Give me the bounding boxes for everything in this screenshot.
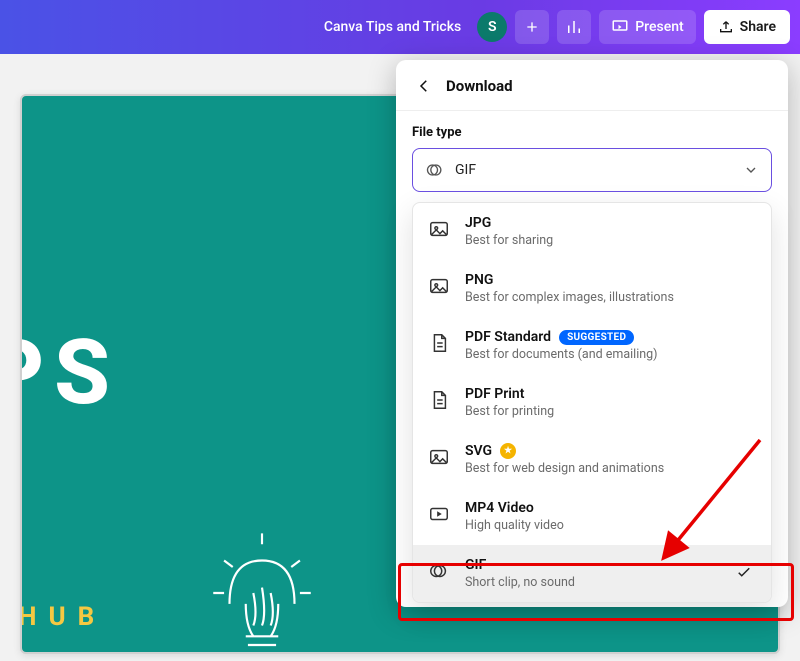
file-type-option-svg[interactable]: SVG Best for web design and animations bbox=[413, 431, 771, 488]
download-panel-header: Download bbox=[396, 60, 788, 111]
option-name: SVG bbox=[465, 443, 492, 459]
slide-subtitle: SIGN HUB bbox=[20, 602, 106, 632]
present-label: Present bbox=[635, 19, 683, 35]
option-desc: Best for sharing bbox=[465, 233, 757, 248]
share-label: Share bbox=[740, 19, 776, 35]
gif-icon bbox=[428, 560, 450, 582]
suggested-badge: SUGGESTED bbox=[559, 330, 634, 345]
download-title: Download bbox=[446, 77, 513, 95]
file-type-label: File type bbox=[412, 125, 772, 140]
document-icon bbox=[428, 332, 450, 354]
option-name: MP4 Video bbox=[465, 500, 534, 516]
chevron-left-icon bbox=[415, 77, 433, 95]
document-title: Canva Tips and Tricks bbox=[324, 19, 461, 35]
lightbulb-illustration bbox=[202, 528, 322, 654]
option-name: PDF Standard bbox=[465, 329, 551, 345]
download-panel: Download File type GIF JPG Best for shar… bbox=[396, 60, 788, 607]
avatar[interactable]: S bbox=[477, 12, 507, 42]
file-type-option-gif[interactable]: GIF Short clip, no sound bbox=[413, 545, 771, 602]
premium-crown-icon bbox=[500, 443, 516, 459]
option-name: GIF bbox=[465, 557, 486, 573]
add-member-button[interactable] bbox=[515, 10, 549, 44]
file-type-dropdown: JPG Best for sharing PNG Best for comple… bbox=[412, 202, 772, 603]
file-type-selected: GIF bbox=[455, 162, 733, 178]
option-desc: Best for complex images, illustrations bbox=[465, 290, 757, 305]
file-type-select[interactable]: GIF bbox=[412, 148, 772, 192]
file-type-option-pdf-standard[interactable]: PDF Standard SUGGESTED Best for document… bbox=[413, 317, 771, 374]
slide-title-line1: A TIPS bbox=[20, 326, 120, 421]
top-toolbar: Canva Tips and Tricks S Present Share bbox=[0, 0, 800, 54]
document-icon bbox=[428, 389, 450, 411]
upload-icon bbox=[718, 19, 734, 35]
check-icon bbox=[735, 563, 753, 585]
option-name: PNG bbox=[465, 272, 493, 288]
option-desc: High quality video bbox=[465, 518, 757, 533]
presentation-icon bbox=[611, 18, 629, 36]
file-type-option-pdf-print[interactable]: PDF Print Best for printing bbox=[413, 374, 771, 431]
bar-chart-icon bbox=[565, 18, 583, 36]
option-desc: Best for printing bbox=[465, 404, 757, 419]
analytics-button[interactable] bbox=[557, 10, 591, 44]
gif-icon bbox=[425, 160, 445, 180]
video-icon bbox=[428, 503, 450, 525]
option-name: JPG bbox=[465, 215, 491, 231]
file-type-option-png[interactable]: PNG Best for complex images, illustratio… bbox=[413, 260, 771, 317]
present-button[interactable]: Present bbox=[599, 10, 695, 44]
option-desc: Best for documents (and emailing) bbox=[465, 347, 757, 362]
file-type-option-jpg[interactable]: JPG Best for sharing bbox=[413, 203, 771, 260]
image-icon bbox=[428, 446, 450, 468]
option-desc: Short clip, no sound bbox=[465, 575, 757, 590]
back-button[interactable] bbox=[414, 76, 434, 96]
file-type-option-mp4[interactable]: MP4 Video High quality video bbox=[413, 488, 771, 545]
option-name: PDF Print bbox=[465, 386, 524, 402]
share-button[interactable]: Share bbox=[704, 10, 790, 44]
image-icon bbox=[428, 218, 450, 240]
chevron-down-icon bbox=[743, 162, 759, 178]
image-icon bbox=[428, 275, 450, 297]
option-desc: Best for web design and animations bbox=[465, 461, 757, 476]
plus-icon bbox=[524, 19, 540, 35]
